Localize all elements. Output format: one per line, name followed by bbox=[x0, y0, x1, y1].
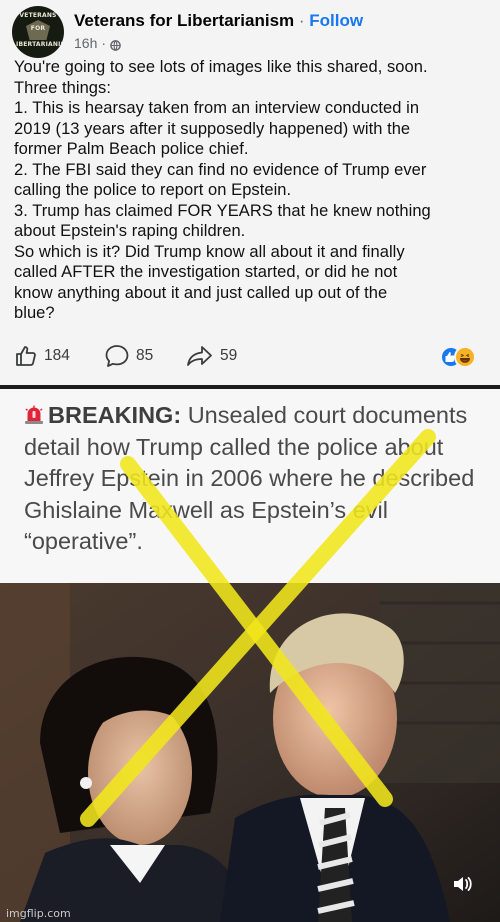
follow-button[interactable]: Follow bbox=[309, 11, 363, 30]
headline-text: BREAKING: Unsealed court documents detai… bbox=[24, 400, 494, 558]
like-count: 184 bbox=[44, 347, 70, 364]
comment-icon bbox=[105, 345, 129, 367]
post-actions: 184 85 59 bbox=[14, 344, 494, 372]
headline-keyword: BREAKING: bbox=[48, 402, 182, 428]
avatar[interactable]: VETERANS FOR LIBERTARIANISM bbox=[12, 6, 64, 58]
page-title-row: Veterans for Libertarianism · Follow bbox=[74, 11, 363, 31]
globe-icon[interactable] bbox=[110, 38, 121, 51]
speaker-icon[interactable] bbox=[448, 870, 476, 898]
meta-dot: · bbox=[101, 35, 107, 51]
headline-box: BREAKING: Unsealed court documents detai… bbox=[0, 389, 500, 583]
separator-dot: · bbox=[294, 11, 310, 30]
siren-icon bbox=[24, 402, 44, 424]
share-count: 59 bbox=[220, 347, 238, 364]
comment-count: 85 bbox=[136, 347, 154, 364]
comment-button[interactable]: 85 bbox=[104, 344, 153, 368]
share-icon bbox=[187, 346, 212, 366]
post-header: VETERANS FOR LIBERTARIANISM Veterans for… bbox=[12, 6, 488, 58]
avatar-text-bottom: LIBERTARIANISM bbox=[12, 41, 64, 48]
share-button[interactable]: 59 bbox=[186, 344, 237, 368]
timestamp[interactable]: 16h bbox=[74, 35, 97, 51]
watermark: imgflip.com bbox=[6, 907, 71, 920]
avatar-text-middle: FOR bbox=[30, 25, 46, 32]
news-photo bbox=[0, 583, 500, 922]
post-body-text: You're going to see lots of images like … bbox=[14, 58, 431, 322]
avatar-text-top: VETERANS bbox=[19, 12, 57, 19]
shared-image[interactable]: BREAKING: Unsealed court documents detai… bbox=[0, 389, 500, 922]
facebook-post: VETERANS FOR LIBERTARIANISM Veterans for… bbox=[0, 0, 500, 385]
thumbs-up-icon bbox=[16, 346, 36, 366]
like-button[interactable]: 184 bbox=[14, 344, 70, 368]
post-meta: 16h · bbox=[74, 35, 121, 51]
page-name-link[interactable]: Veterans for Libertarianism bbox=[74, 11, 294, 30]
reaction-summary[interactable] bbox=[440, 345, 480, 369]
haha-reaction-icon bbox=[454, 346, 476, 368]
